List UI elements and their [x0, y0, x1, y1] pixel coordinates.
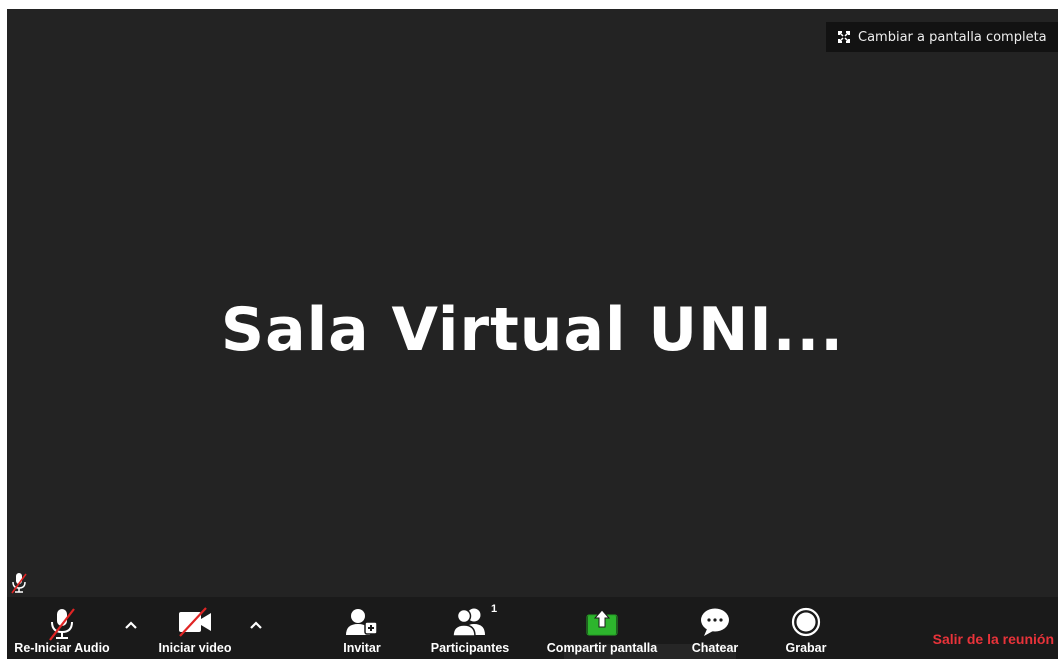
record-icon [791, 607, 821, 637]
audio-label: Re-Iniciar Audio [14, 641, 110, 655]
share-screen-label: Compartir pantalla [546, 641, 658, 655]
meeting-window: Cambiar a pantalla completa Sala Virtual… [7, 9, 1058, 659]
leave-meeting-button[interactable]: Salir de la reunión [933, 631, 1054, 647]
share-screen-icon [586, 609, 618, 636]
chat-button[interactable]: Chatear [682, 597, 748, 659]
expand-icon [838, 31, 850, 43]
share-screen-button[interactable]: Compartir pantalla [539, 597, 665, 659]
add-user-icon [346, 609, 378, 635]
audio-button[interactable]: Re-Iniciar Audio [7, 597, 117, 659]
video-options-chevron-up-icon[interactable] [246, 615, 266, 635]
video-button[interactable]: Iniciar video [147, 597, 243, 659]
audio-options-chevron-up-icon[interactable] [121, 615, 141, 635]
participants-label: Participantes [430, 641, 510, 655]
record-label: Grabar [785, 641, 827, 655]
self-muted-mic-icon [11, 573, 27, 594]
fullscreen-label: Cambiar a pantalla completa [858, 29, 1047, 45]
participants-icon [452, 608, 485, 637]
participants-count-badge: 1 [491, 603, 498, 615]
chat-bubble-icon [701, 608, 729, 636]
participants-button[interactable]: 1 Participantes [425, 597, 515, 659]
chat-label: Chatear [691, 641, 739, 655]
record-button[interactable]: Grabar [775, 597, 837, 659]
meeting-title: Sala Virtual UNI... [220, 295, 845, 365]
video-label: Iniciar video [158, 641, 232, 655]
meeting-toolbar: Re-Iniciar Audio Iniciar video Invitar 1… [7, 597, 1058, 659]
fullscreen-button[interactable]: Cambiar a pantalla completa [826, 22, 1058, 52]
invite-button[interactable]: Invitar [327, 597, 397, 659]
video-camera-off-icon [179, 607, 211, 637]
microphone-muted-icon [49, 608, 75, 641]
invite-label: Invitar [343, 641, 381, 655]
